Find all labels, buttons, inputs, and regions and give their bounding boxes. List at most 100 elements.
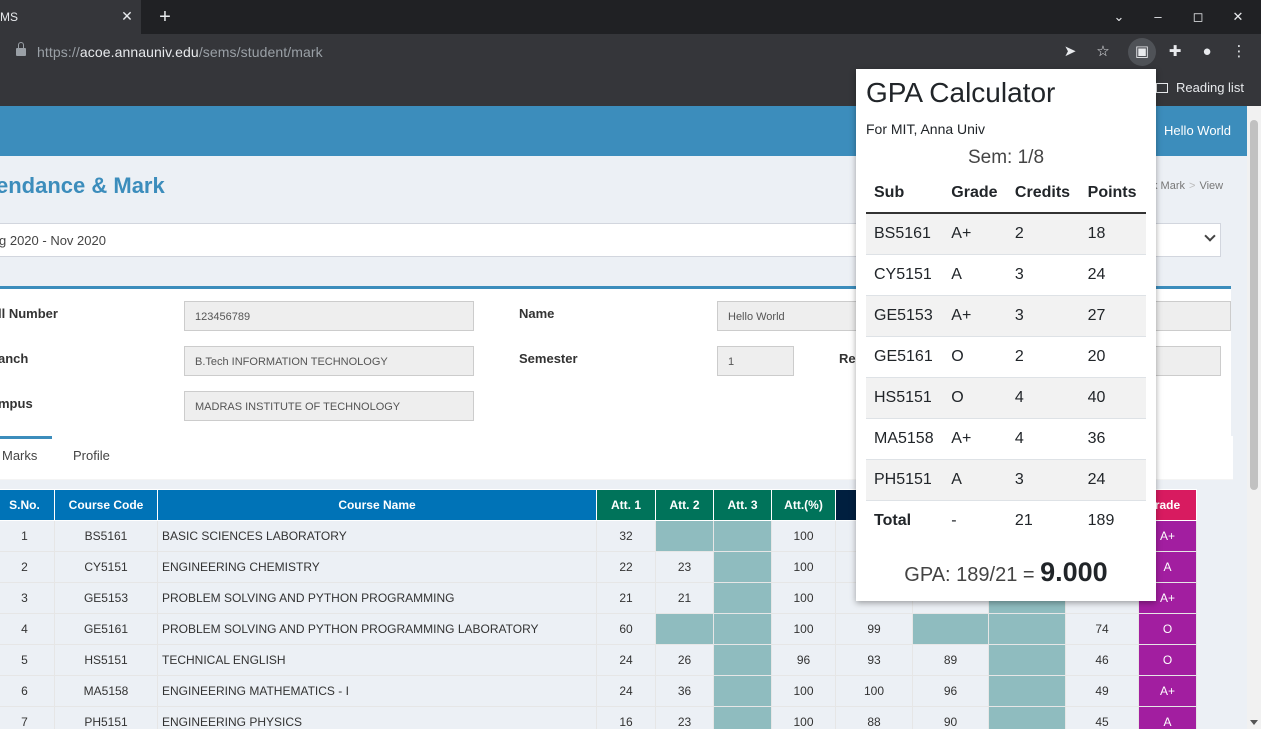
assess-cell: 89 [912,644,989,676]
grade-cell: A [943,253,1007,295]
table-row: 6 MA5158 ENGINEERING MATHEMATICS - I 24 … [0,675,1197,707]
grade-cell: O [1138,644,1197,676]
sno-cell: 2 [0,551,55,583]
menu-kebab-icon[interactable]: ⋮ [1228,41,1250,63]
sno-cell: 6 [0,675,55,707]
user-menu[interactable]: Hello World [1164,123,1231,138]
att1-cell: 24 [596,644,656,676]
profile-avatar-icon[interactable]: ● [1196,41,1218,63]
col-header: Att. 2 [655,489,714,521]
scrollbar-thumb[interactable] [1250,120,1258,490]
gpa-col-header: Sub [866,173,944,214]
session-select-value: g 2020 - Nov 2020 [0,233,106,248]
sno-cell: 1 [0,520,55,552]
att1-cell: 16 [596,706,656,729]
total-points: 189 [1079,499,1146,541]
att3-cell [713,520,772,552]
course-name-cell: ENGINEERING CHEMISTRY [157,551,597,583]
attp-cell: 100 [771,675,836,707]
credits-cell: 3 [1006,294,1080,336]
gpa-calculator-popup: GPA Calculator For MIT, Anna Univ Sem: 1… [856,69,1156,601]
course-name-cell: ENGINEERING PHYSICS [157,706,597,729]
assess-cell: 93 [835,644,913,676]
code-cell: BS5161 [54,520,158,552]
popup-subtitle: For MIT, Anna Univ [866,121,986,137]
attp-cell: 100 [771,551,836,583]
active-tab-indicator [0,436,52,439]
gpa-row: CY5151 A 3 24 [866,253,1146,295]
sub-cell: PH5151 [866,458,944,500]
lock-icon[interactable] [16,42,26,56]
points-cell: 27 [1079,294,1146,336]
assess-cell: 45 [1065,706,1139,729]
code-cell: MA5158 [54,675,158,707]
course-name-cell: PROBLEM SOLVING AND PYTHON PROGRAMMING L… [157,613,597,645]
assess-cell: 46 [1065,644,1139,676]
total-label: Total [866,499,944,541]
page-scrollbar[interactable] [1247,106,1261,729]
table-row: 7 PH5151 ENGINEERING PHYSICS 16 23 100 8… [0,706,1197,729]
gpa-row: MA5158 A+ 4 36 [866,417,1146,459]
popup-title: GPA Calculator [866,77,1056,108]
breadcrumb-item: View [1199,180,1224,192]
credits-cell: 2 [1006,212,1080,254]
reading-list-label: Reading list [1176,80,1244,95]
gpa-extension-icon[interactable]: ▣ [1128,38,1156,66]
credits-cell: 3 [1006,458,1080,500]
att3-cell [713,551,772,583]
att1-cell: 24 [596,675,656,707]
tab-marks[interactable]: Marks [2,448,37,463]
semester-field: 1 [717,346,794,376]
assess-cell [988,613,1066,645]
semester-indicator: Sem: 1/8 [967,147,1045,168]
att3-cell [713,613,772,645]
grade-cell: A+ [943,294,1007,336]
minimize-icon[interactable]: – [1147,6,1169,28]
att3-cell [713,675,772,707]
tab-search-icon[interactable]: ⌄ [1108,6,1130,28]
code-cell: GE5153 [54,582,158,614]
col-header: Course Code [54,489,158,521]
credits-cell: 3 [1006,253,1080,295]
maximize-icon[interactable]: ◻ [1187,6,1209,28]
course-name-cell: PROBLEM SOLVING AND PYTHON PROGRAMMING [157,582,597,614]
attp-cell: 100 [771,706,836,729]
course-name-cell: TECHNICAL ENGLISH [157,644,597,676]
new-tab-icon[interactable]: + [152,5,178,29]
grade-cell: A+ [1138,675,1197,707]
attp-cell: 100 [771,520,836,552]
breadcrumb: k Mark > View [1152,180,1224,192]
total-credits: 21 [1006,499,1080,541]
semester-label: Semester [519,351,578,366]
send-icon[interactable]: ➤ [1059,41,1081,63]
breadcrumb-item[interactable]: k Mark [1152,180,1185,192]
window-close-icon[interactable]: ✕ [1227,6,1249,28]
reading-list-button[interactable]: Reading list [1156,80,1244,95]
address-bar[interactable]: https://acoe.annauniv.edu/sems/student/m… [0,38,1120,66]
scroll-down-arrow-icon[interactable] [1250,720,1258,725]
attp-cell: 100 [771,613,836,645]
campus-field: MADRAS INSTITUTE OF TECHNOLOGY [184,391,474,421]
grade-cell: A [943,458,1007,500]
extensions-puzzle-icon[interactable]: ✚ [1164,41,1186,63]
col-header: Course Name [157,489,597,521]
bookmark-star-icon[interactable]: ☆ [1092,41,1114,63]
att2-cell: 23 [655,551,714,583]
sub-cell: GE5161 [866,335,944,377]
close-tab-icon[interactable]: ✕ [118,7,136,25]
points-cell: 40 [1079,376,1146,418]
sno-cell: 5 [0,644,55,676]
browser-tab-strip: MS ✕ + ⌄ – ◻ ✕ [0,0,1261,34]
tab-profile[interactable]: Profile [73,448,110,463]
sub-cell: BS5161 [866,212,944,254]
total-grade: - [943,499,1007,541]
browser-tab[interactable]: MS ✕ [0,0,141,34]
code-cell: GE5161 [54,613,158,645]
credits-cell: 4 [1006,417,1080,459]
sub-cell: GE5153 [866,294,944,336]
sub-cell: HS5151 [866,376,944,418]
gpa-result: GPA: 189/21 = 9.000 [856,557,1156,588]
gpa-col-header: Grade [943,173,1007,214]
chevron-down-icon [1204,230,1216,242]
sub-cell: MA5158 [866,417,944,459]
